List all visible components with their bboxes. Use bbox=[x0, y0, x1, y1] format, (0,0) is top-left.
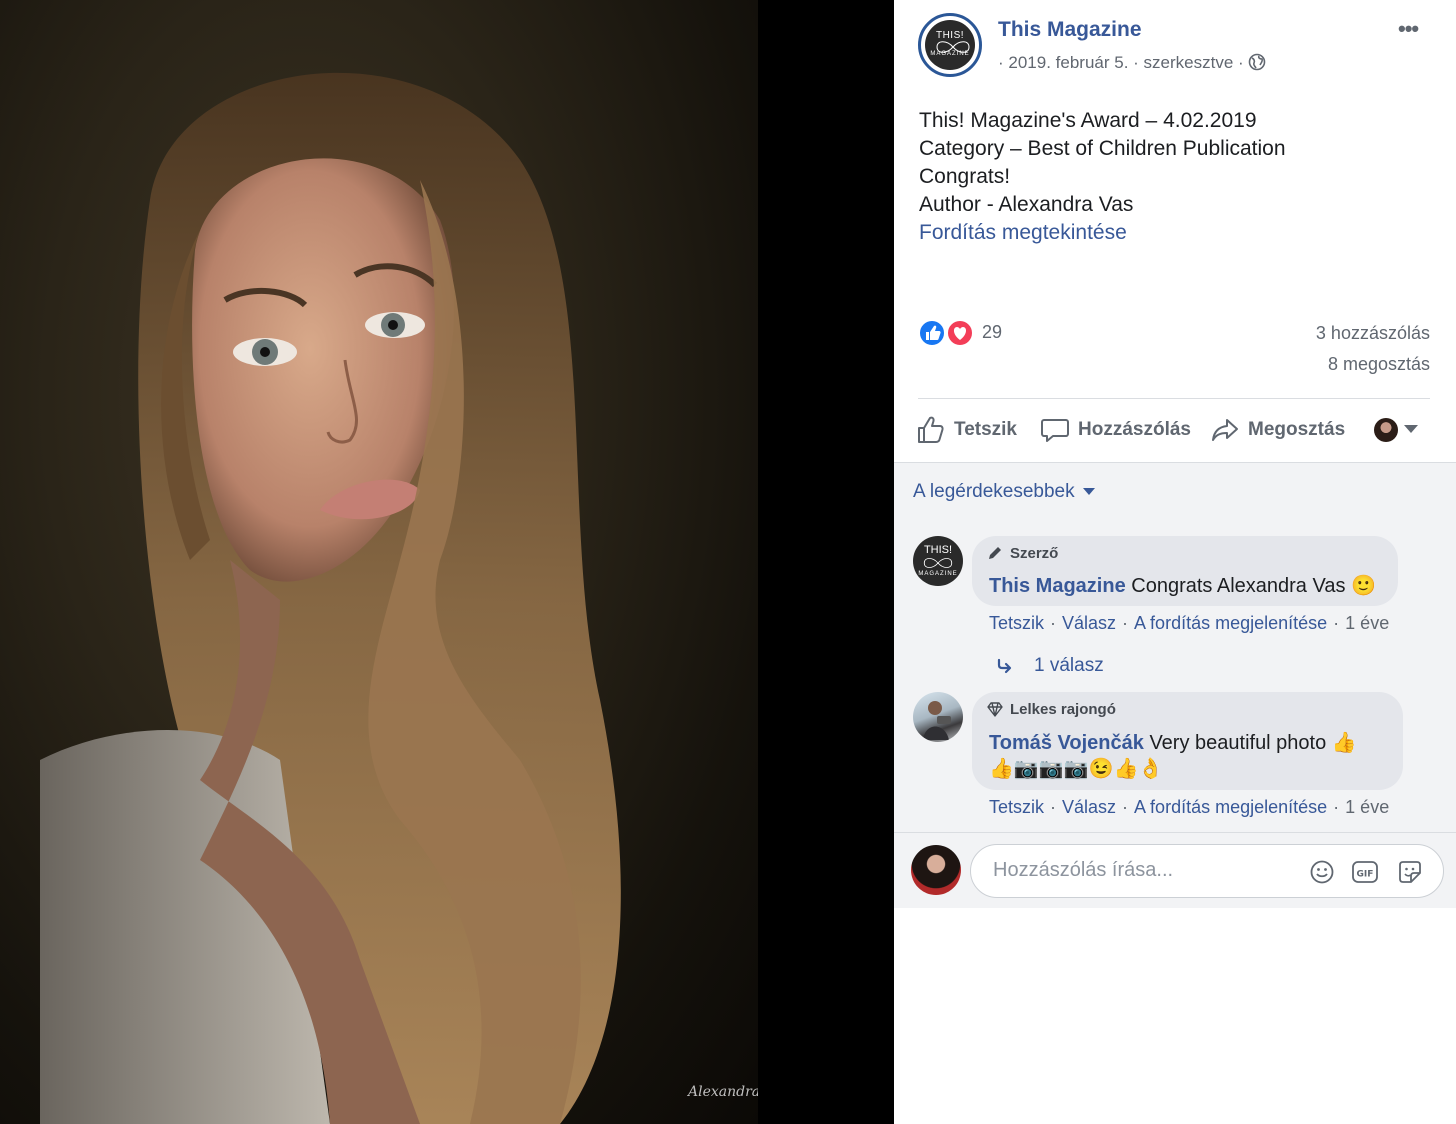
more-options-icon[interactable]: ••• bbox=[1398, 16, 1419, 42]
comment-body: Very beautiful photo 👍 bbox=[1149, 732, 1357, 754]
comment-icon bbox=[1041, 419, 1069, 442]
comment-emoji-line: 👍📷📷📷😉👍👌 bbox=[989, 758, 1164, 780]
post-body: This! Magazine's Award – 4.02.2019 Categ… bbox=[919, 107, 1286, 247]
share-button[interactable]: Megosztás bbox=[1210, 414, 1345, 446]
avatar-photo bbox=[923, 701, 951, 740]
commenter-avatar[interactable] bbox=[913, 692, 963, 742]
comment-body: Congrats Alexandra Vas 🙂 bbox=[1131, 575, 1376, 597]
page-name-link[interactable]: This Magazine bbox=[998, 18, 1142, 42]
comment-translate-link[interactable]: A fordítás megjelenítése bbox=[1134, 613, 1327, 633]
post-meta: · 2019. február 5. · szerkesztve · bbox=[998, 53, 1266, 73]
svg-text:GIF: GIF bbox=[1357, 870, 1374, 880]
chevron-down-icon[interactable] bbox=[1404, 425, 1418, 433]
post-photo[interactable]: AlexandraVas bbox=[0, 0, 758, 1124]
comment-input[interactable] bbox=[991, 858, 1295, 883]
comment-like-link[interactable]: Tetszik bbox=[989, 797, 1044, 817]
like-button[interactable]: Tetszik bbox=[916, 414, 1017, 446]
commenter-avatar[interactable]: THIS! MAGAZINE bbox=[913, 536, 963, 586]
post-date[interactable]: · 2019. február 5. bbox=[998, 53, 1128, 72]
reactions-count[interactable]: 29 bbox=[982, 322, 1002, 343]
page-avatar[interactable]: THIS! MAGAZINE bbox=[918, 13, 982, 77]
share-label: Megosztás bbox=[1248, 419, 1346, 440]
portrait-illustration bbox=[40, 72, 621, 1124]
comment-button[interactable]: Hozzászólás bbox=[1040, 414, 1191, 446]
sticker-icon[interactable] bbox=[1397, 859, 1423, 885]
top-fan-badge: Lelkes rajongó bbox=[986, 700, 1116, 718]
avatar-logo-subtext: MAGAZINE bbox=[918, 571, 958, 577]
comment-actions: Tetszik · Válasz · A fordítás megjelenítése ·… bbox=[989, 797, 1390, 817]
see-translation-link[interactable]: Fordítás megtekintése bbox=[919, 219, 1286, 247]
pencil-icon bbox=[989, 547, 1001, 559]
shares-count[interactable]: 8 megosztás bbox=[1328, 354, 1430, 375]
chevron-down-icon bbox=[1082, 488, 1095, 496]
sort-label: A legérdekesebbek bbox=[913, 481, 1075, 502]
post-line: This! Magazine's Award – 4.02.2019 bbox=[919, 109, 1257, 132]
post-line: Category – Best of Children Publication bbox=[919, 137, 1286, 160]
post-line: Congrats! bbox=[919, 165, 1011, 188]
comment-text: This Magazine Congrats Alexandra Vas 🙂 bbox=[989, 573, 1376, 598]
post-edited[interactable]: · szerkesztve · bbox=[1133, 53, 1244, 72]
divider bbox=[918, 398, 1430, 399]
author-badge: Szerző bbox=[986, 544, 1058, 562]
post-as-avatar[interactable] bbox=[1374, 418, 1398, 442]
comment-text: Tomáš Vojenčák Very beautiful photo 👍 bbox=[989, 730, 1357, 755]
love-reaction-icon bbox=[946, 319, 974, 347]
comment-sort-dropdown[interactable]: A legérdekesebbek bbox=[913, 481, 1095, 503]
comment-actions: Tetszik · Válasz · A fordítás megjelenítése ·… bbox=[989, 613, 1390, 633]
share-icon bbox=[1212, 419, 1238, 441]
globe-icon[interactable] bbox=[1248, 53, 1266, 71]
badge-label: Lelkes rajongó bbox=[1010, 700, 1116, 718]
divider bbox=[894, 462, 1456, 463]
gif-icon[interactable]: GIF bbox=[1351, 859, 1379, 885]
reaction-icons[interactable] bbox=[918, 318, 978, 348]
reply-count: 1 válasz bbox=[1034, 655, 1104, 676]
comment-time[interactable]: 1 éve bbox=[1345, 797, 1389, 817]
comment-translate-link[interactable]: A fordítás megjelenítése bbox=[1134, 797, 1327, 817]
current-user-avatar[interactable] bbox=[911, 845, 961, 895]
comment-input-box[interactable]: GIF bbox=[970, 844, 1444, 898]
infinity-icon bbox=[936, 41, 970, 53]
diamond-icon bbox=[987, 702, 1003, 717]
comment-reply-link[interactable]: Válasz bbox=[1062, 613, 1116, 633]
emoji-icon[interactable] bbox=[1309, 859, 1335, 885]
badge-label: Szerző bbox=[1010, 544, 1059, 562]
comment-reply-link[interactable]: Válasz bbox=[1062, 797, 1116, 817]
photo-viewer[interactable]: AlexandraVas bbox=[0, 0, 894, 1124]
like-reaction-icon bbox=[918, 319, 946, 347]
comment-author-link[interactable]: Tomáš Vojenčák bbox=[989, 732, 1144, 754]
comment-label: Hozzászólás bbox=[1078, 419, 1191, 440]
comment-like-link[interactable]: Tetszik bbox=[989, 613, 1044, 633]
comment-time[interactable]: 1 éve bbox=[1345, 613, 1389, 633]
thumbs-up-icon bbox=[918, 416, 944, 443]
comments-count[interactable]: 3 hozzászólás bbox=[1316, 323, 1430, 344]
comment-author-link[interactable]: This Magazine bbox=[989, 575, 1126, 597]
view-replies-link[interactable]: 1 válasz bbox=[996, 655, 1104, 677]
reply-arrow-icon bbox=[997, 658, 1012, 674]
avatar-logo-text: THIS! bbox=[923, 544, 953, 556]
post-line: Author - Alexandra Vas bbox=[919, 193, 1134, 216]
photographer-watermark: AlexandraVas bbox=[688, 1084, 758, 1100]
like-label: Tetszik bbox=[954, 419, 1018, 440]
infinity-icon bbox=[923, 558, 953, 568]
